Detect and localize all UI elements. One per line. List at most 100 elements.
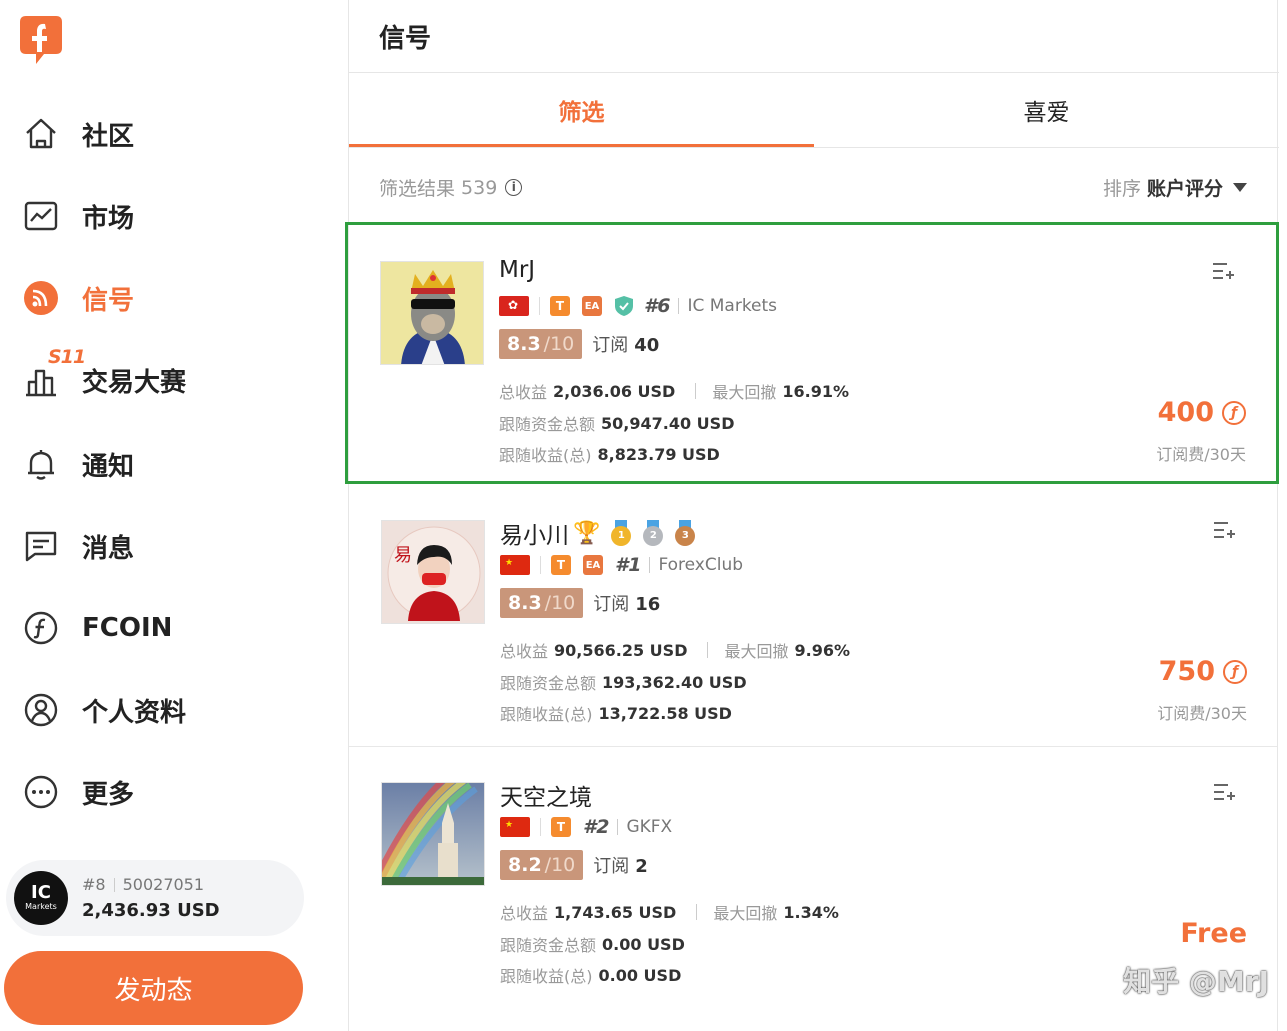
sidebar-item-signals[interactable]: 信号 [22,276,134,320]
sidebar-item-label: 消息 [82,533,135,564]
divider [113,877,115,892]
profit-stats: 总收益 2,036.06 USD 最大回撤 16.91% [499,379,849,403]
subscription-price: 750 ƒ [1159,656,1247,687]
account-card[interactable]: IC Markets #8 50027051 2,436.93 USD [6,860,304,936]
tab-filter[interactable]: 筛选 [349,73,814,147]
price-value: Free [1180,918,1247,949]
trader-name-text: MrJ [499,257,536,283]
divider [695,383,697,399]
sidebar-item-community[interactable]: 社区 [22,112,134,156]
trader-name: 易小川 🏆 1 2 3 [500,516,696,550]
signals-panel: 信号 筛选 喜爱 筛选结果 539 i 排序 账户评分 MrJ ✿ T EA #… [345,0,1279,1031]
caret-down-icon [1233,183,1247,192]
sidebar-item-market[interactable]: 市场 [22,194,134,238]
trader-badges: ★ T #2 GKFX [500,816,672,838]
follow-profit-label: 跟随收益(总) [500,967,593,986]
sidebar-item-label: 更多 [82,779,135,810]
sidebar-item-more[interactable]: 更多 [22,770,134,814]
bar-icon [22,361,60,399]
broker-name: ForexClub [658,555,744,575]
fcoin-icon: ƒ [1222,400,1246,425]
sort-label: 排序 [1102,178,1141,200]
filter-result-count: 539 [461,176,498,199]
trader-name-text: 易小川 [500,523,569,549]
sidebar-item-label: 社区 [82,121,135,152]
subs-label: 订阅 [593,594,630,615]
drawdown-label: 最大回撤 [713,904,778,923]
score-max: /10 [544,854,576,876]
gold-medal-icon: 1 [610,520,632,546]
profit-stats: 总收益 1,743.65 USD 最大回撤 1.34% [500,900,839,924]
drawdown: 1.34% [783,902,839,922]
filter-result-label: 筛选结果 [379,178,456,200]
follow-funds-label: 跟随资金总额 [499,415,596,434]
score-badge: 8.3 /10 [499,329,583,359]
follow-profit-value: 13,722.58 USD [598,703,732,723]
tag-t: T [551,817,571,837]
divider [617,819,619,835]
follow-funds: 跟随资金总额 193,362.40 USD [500,670,747,694]
follow-funds-label: 跟随资金总额 [500,674,597,693]
post-button[interactable]: 发动态 [4,951,303,1025]
follow-profit: 跟随收益(总) 8,823.79 USD [499,442,720,466]
total-profit: 2,036.06 USD [553,381,676,401]
trader-avatar [380,261,484,365]
score-value: 8.2 [508,854,542,876]
info-icon[interactable]: i [505,179,523,196]
filter-result: 筛选结果 539 i [379,174,523,201]
trader-badges: ✿ T EA #6 IC Markets [499,295,777,317]
sidebar-item-label: 通知 [82,451,135,482]
profit-stats: 总收益 90,566.25 USD 最大回撤 9.96% [500,638,850,662]
rank: #6 [644,295,671,317]
trader-avatar [381,782,485,886]
subscriptions: 订阅 16 [593,590,660,616]
follow-funds-value: 193,362.40 USD [602,672,747,692]
verified-shield-icon [615,296,633,316]
follow-funds-label: 跟随资金总额 [500,936,597,955]
sort-dropdown[interactable]: 排序 账户评分 [1103,174,1247,201]
follow-funds: 跟随资金总额 0.00 USD [500,932,685,956]
broker-name: GKFX [626,817,673,837]
fcoin-icon [22,609,60,647]
sidebar-item-label: 信号 [82,285,135,316]
add-to-list-icon[interactable] [1213,782,1237,802]
signal-card[interactable]: 易 易小川 🏆 1 2 3 ★ T EA #1 ForexClub 8.3 /1… [349,484,1277,746]
hong-kong-flag-icon: ✿ [499,296,529,316]
sidebar-item-messages[interactable]: 消息 [22,524,134,568]
subscription-price: 400 ƒ [1158,397,1246,428]
sidebar-item-competition[interactable]: 交易大赛 [22,358,186,402]
subs-count: 2 [635,856,648,877]
sidebar-item-notifications[interactable]: 通知 [22,442,134,486]
trader-avatar: 易 [381,520,485,624]
fxchat-logo-icon[interactable] [18,14,64,66]
follow-funds-value: 50,947.40 USD [601,413,735,433]
drawdown: 16.91% [782,381,849,401]
score-badge: 8.3 /10 [500,588,584,618]
silver-medal-icon: 2 [642,520,664,546]
add-to-list-icon[interactable] [1212,261,1236,281]
tab-favorites[interactable]: 喜爱 [814,73,1279,147]
message-icon [22,527,60,565]
price-value: 750 [1158,656,1215,687]
broker-logo-sub: Markets [25,902,57,911]
price-value: 400 [1157,397,1214,428]
follow-profit: 跟随收益(总) 0.00 USD [500,963,681,987]
score-row: 8.3 /10 订阅 16 [500,588,660,618]
drawdown-label: 最大回撤 [724,642,789,661]
tag-t: T [550,296,570,316]
drawdown-label: 最大回撤 [712,383,777,402]
tag-ea: EA [582,296,602,316]
account-id: 50027051 [122,875,205,894]
sidebar-item-fcoin[interactable]: FCOIN [22,606,172,650]
follow-profit-label: 跟随收益(总) [500,705,593,724]
add-to-list-icon[interactable] [1213,520,1237,540]
sidebar: 社区 市场 信号 S11 交易大赛 通知 消息 FCOIN 个人资料 更多 IC… [0,0,348,1031]
sidebar-item-label: 个人资料 [82,697,187,728]
svg-text:易: 易 [394,545,412,566]
divider [540,818,541,836]
sidebar-item-profile[interactable]: 个人资料 [22,688,186,732]
rank: #2 [583,816,610,838]
bell-icon [22,445,60,483]
subs-count: 40 [634,335,660,356]
signal-card[interactable]: MrJ ✿ T EA #6 IC Markets 8.3 /10 订阅 40 总收… [345,222,1279,484]
